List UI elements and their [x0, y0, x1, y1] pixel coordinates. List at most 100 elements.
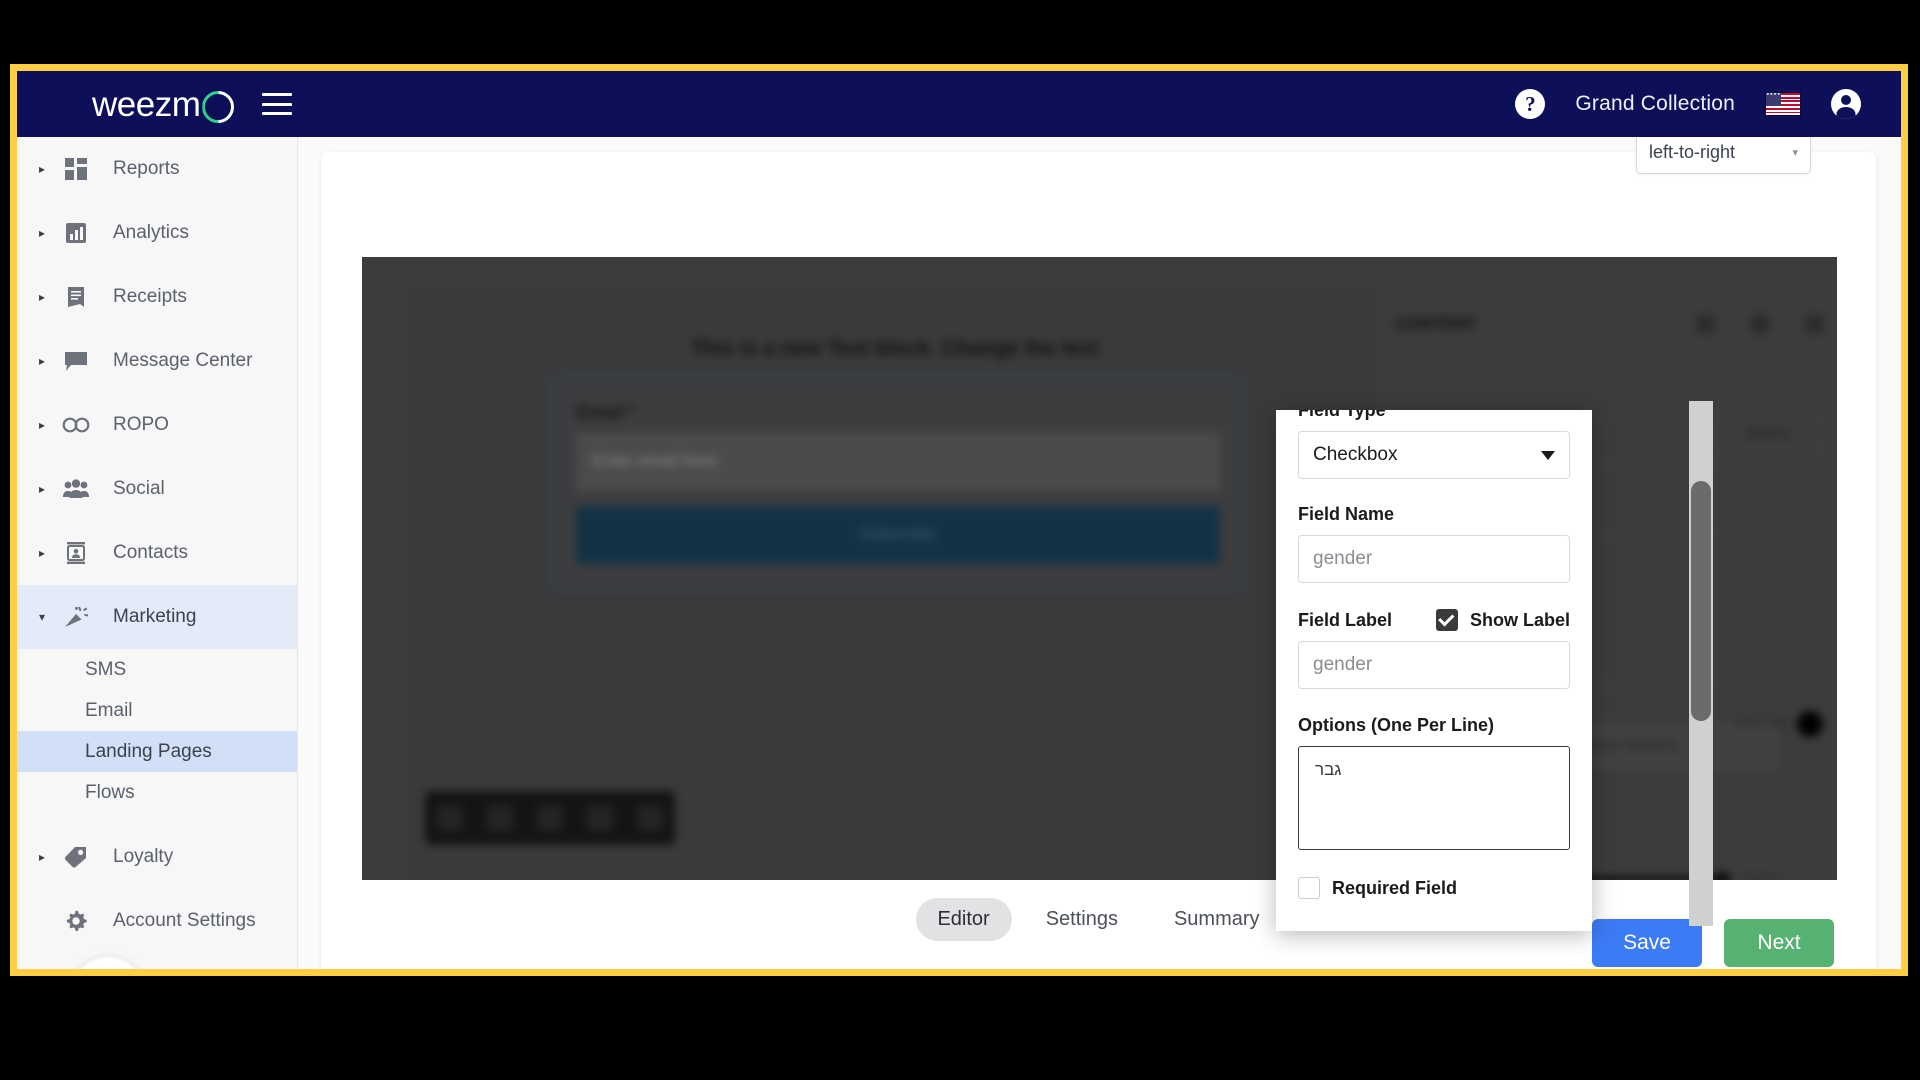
color-swatch[interactable]: [1797, 711, 1823, 737]
canvas-text-block[interactable]: This is a new Text block. Change the tex…: [565, 337, 1225, 361]
redo-icon[interactable]: [487, 805, 513, 831]
screen-root: weezm ? Grand Collection ★★★★ ▸ Reports …: [0, 0, 1920, 1080]
close-icon[interactable]: [1805, 315, 1823, 333]
sidebar-item-label: Analytics: [113, 222, 190, 243]
sidebar-subitem-flows[interactable]: Flows: [17, 772, 297, 813]
chevron-right-icon: ▸: [39, 850, 46, 864]
canvas-email-placeholder: Enter email here: [592, 451, 717, 470]
field-name-label: Field Name: [1298, 504, 1395, 524]
sidebar-subitem-label: Flows: [85, 781, 135, 803]
main-region: left-to-right ▾ This is a new Text block…: [298, 137, 1901, 969]
receipt-icon: [61, 284, 91, 310]
tab-editor[interactable]: Editor: [915, 898, 1012, 941]
canvas-email-input[interactable]: Enter email here: [576, 433, 1220, 491]
chevron-down-icon: ▾: [39, 610, 46, 624]
field-type-value: Checkbox: [1313, 444, 1398, 465]
recording-frame: weezm ? Grand Collection ★★★★ ▸ Reports …: [10, 64, 1908, 976]
canvas-floating-toolbar[interactable]: [425, 791, 675, 845]
save-button[interactable]: Save: [1592, 919, 1702, 967]
properties-row-value[interactable]: Select: [1713, 414, 1823, 453]
brand-logo-text: weezm: [92, 84, 201, 124]
sidebar-item-message-center[interactable]: ▸ Message Center: [17, 329, 297, 393]
vertical-scrollbar[interactable]: [1689, 401, 1713, 926]
sidebar-subitem-email[interactable]: Email: [17, 690, 297, 731]
sidebar-item-ropo[interactable]: ▸ ROPO: [17, 393, 297, 457]
sidebar-item-loyalty[interactable]: ▸ Loyalty: [17, 825, 297, 889]
chevron-right-icon: ▸: [39, 546, 46, 560]
flag-stars: ★★★★★★★★★★★★★★★★★★★★★★★★★★★★★★★★★★★★★★★★…: [1766, 93, 1781, 96]
chevron-right-icon: ▸: [39, 162, 46, 176]
options-label: Options (One Per Line): [1298, 715, 1495, 735]
field-name-input[interactable]: [1298, 535, 1570, 583]
sidebar-subitem-label: Landing Pages: [85, 740, 212, 762]
editor-tabs: Editor Settings Summary: [915, 898, 1281, 941]
chevron-down-icon: ▾: [1792, 146, 1798, 159]
sidebar-item-label: Contacts: [113, 542, 188, 563]
sidebar-item-social[interactable]: ▸ Social: [17, 457, 297, 521]
chevron-down-icon: [1541, 450, 1555, 460]
sidebar-item-label: Marketing: [113, 606, 197, 627]
landing-page-editor-card: left-to-right ▾ This is a new Text block…: [321, 137, 1876, 969]
sidebar-item-analytics[interactable]: ▸ Analytics: [17, 201, 297, 265]
field-label-input[interactable]: [1298, 641, 1570, 689]
sidebar-item-receipts[interactable]: ▸ Receipts: [17, 265, 297, 329]
sidebar-subitem-landing-pages[interactable]: Landing Pages: [17, 731, 297, 772]
canvas-submit-button[interactable]: Subscribe: [576, 506, 1220, 564]
scrollbar-thumb[interactable]: [1691, 481, 1711, 721]
sidebar-item-marketing[interactable]: ▾ Marketing: [17, 585, 297, 649]
preview-icon[interactable]: [587, 805, 613, 831]
sidebar-item-label: Reports: [113, 158, 180, 179]
slider-knob[interactable]: [1714, 870, 1731, 880]
app-header: weezm ? Grand Collection ★★★★: [17, 71, 1901, 137]
delete-icon[interactable]: [1697, 315, 1715, 333]
editor-canvas[interactable]: This is a new Text block. Change the tex…: [407, 293, 1387, 880]
help-icon[interactable]: ?: [1515, 89, 1546, 119]
sidebar-item-label: Loyalty: [113, 846, 174, 867]
show-label-checkbox[interactable]: [1435, 609, 1458, 631]
show-label-text: Show Label: [1469, 609, 1570, 630]
weezmo-o-mark-icon: [202, 91, 228, 117]
mobile-icon[interactable]: [637, 805, 663, 831]
tab-summary[interactable]: Summary: [1152, 898, 1282, 941]
duplicate-icon[interactable]: [1751, 315, 1769, 333]
sidebar-item-label: Message Center: [113, 350, 253, 371]
sidebar-item-label: Receipts: [113, 286, 187, 307]
sidebar-subitem-sms[interactable]: SMS: [17, 649, 297, 690]
canvas-field-label: Email *: [576, 402, 637, 422]
text-cursor: [1140, 731, 1142, 751]
sidebar-item-label: Account Settings: [113, 910, 256, 931]
chevron-right-icon: ▸: [39, 482, 46, 496]
next-button[interactable]: Next: [1724, 919, 1834, 967]
sidebar-item-contacts[interactable]: ▸ Contacts: [17, 521, 297, 585]
gear-icon: [61, 908, 91, 934]
properties-panel-title: CONTENT: [1395, 314, 1478, 333]
options-textarea[interactable]: [1298, 746, 1570, 850]
field-type-label: Field Type: [1298, 410, 1386, 420]
brand-logo[interactable]: weezm: [92, 87, 228, 122]
bar-chart-icon: [61, 220, 91, 246]
footer-actions: Save Next: [1592, 919, 1834, 967]
properties-row-value: Text Off: [1732, 715, 1787, 732]
sidebar-subitem-label: Email: [85, 699, 133, 721]
sidebar-item-account-settings[interactable]: Account Settings: [17, 889, 297, 953]
properties-panel-actions: [1697, 315, 1823, 333]
editor-stage: This is a new Text block. Change the tex…: [362, 257, 1837, 880]
canvas-form-block[interactable]: Email * Enter email here Subscribe: [552, 376, 1242, 591]
image-icon[interactable]: [537, 805, 563, 831]
add-field-modal: Field Type Checkbox Field Name Field Lab…: [1276, 410, 1592, 931]
account-avatar-icon[interactable]: [1831, 89, 1861, 119]
us-flag-icon[interactable]: ★★★★★★★★★★★★★★★★★★★★★★★★★★★★★★★★★★★★★★★★…: [1765, 92, 1801, 116]
hamburger-menu-icon[interactable]: [262, 93, 293, 115]
slider-value: 100%: [1739, 870, 1778, 881]
text-direction-value: left-to-right: [1649, 141, 1736, 162]
required-field-text: Required Field: [1332, 877, 1458, 898]
required-field-checkbox[interactable]: [1298, 877, 1320, 899]
undo-icon[interactable]: [437, 805, 463, 831]
sidebar-item-reports[interactable]: ▸ Reports: [17, 137, 297, 201]
sidebar-item-label: ROPO: [113, 414, 169, 435]
tab-settings[interactable]: Settings: [1024, 898, 1140, 941]
field-type-select[interactable]: Checkbox: [1298, 431, 1570, 479]
account-name[interactable]: Grand Collection: [1575, 92, 1735, 116]
people-group-icon: [61, 476, 91, 502]
text-direction-select[interactable]: left-to-right ▾: [1636, 137, 1811, 174]
